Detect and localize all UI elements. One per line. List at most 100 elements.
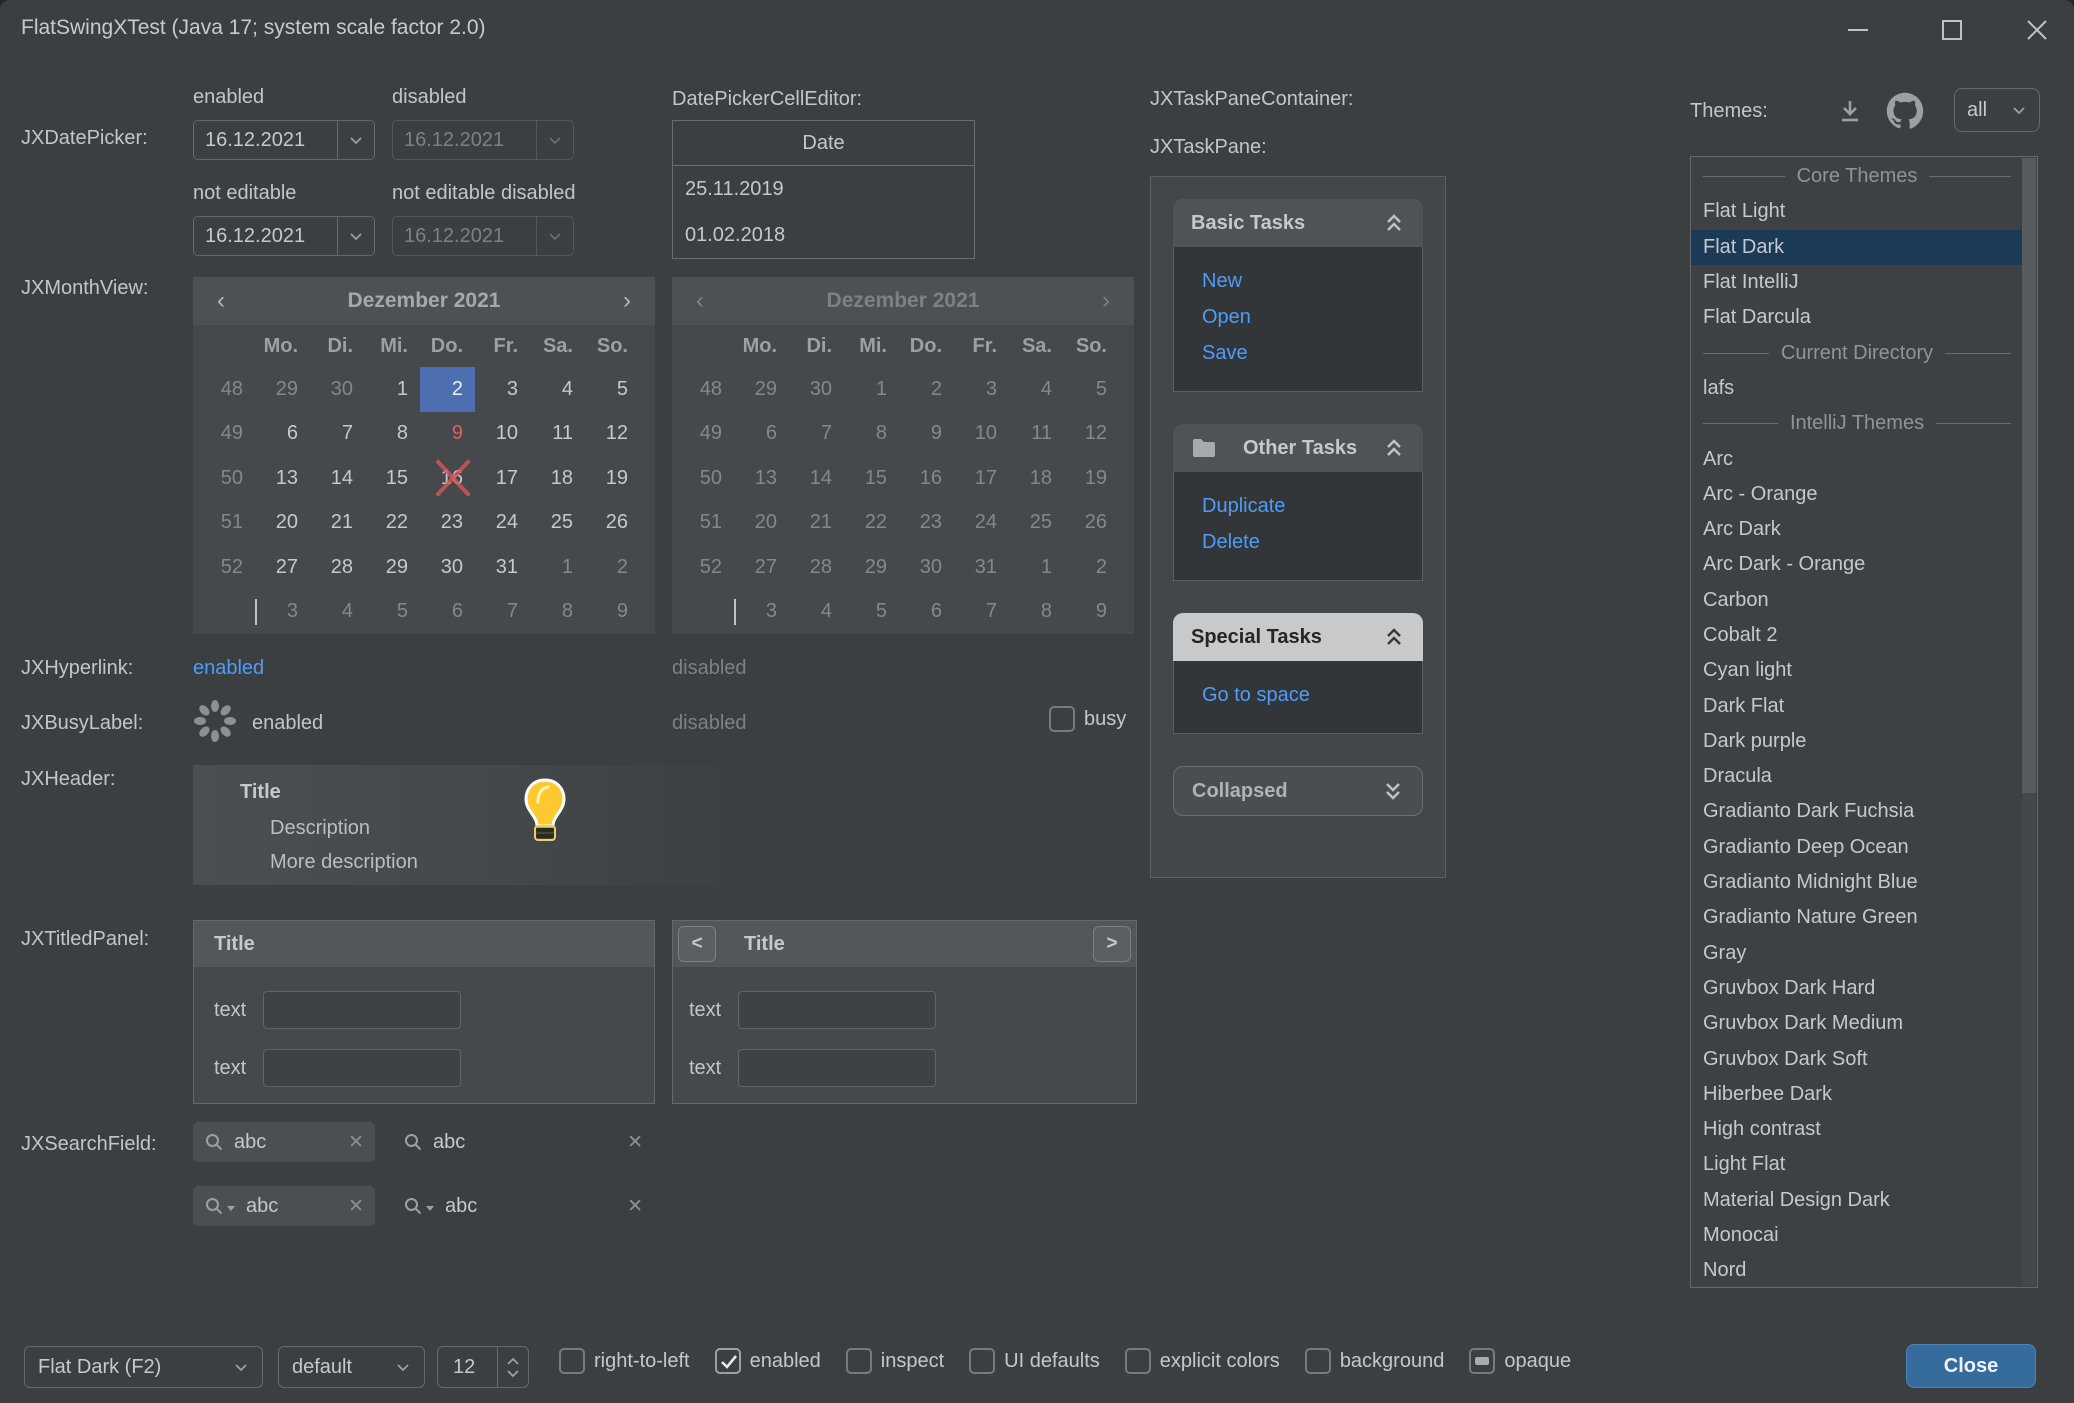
day-cell[interactable]: 29 [255, 367, 310, 412]
theme-list-row[interactable]: Dark purple [1691, 724, 2023, 759]
search-menu-caret-icon[interactable] [226, 1195, 236, 1218]
checkbox[interactable] [715, 1348, 741, 1374]
day-cell[interactable]: 5 [585, 367, 640, 412]
day-cell[interactable]: 10 [475, 412, 530, 457]
search-input-value[interactable]: abc [234, 1131, 348, 1154]
option-checkbox-item[interactable]: right-to-left [559, 1348, 690, 1374]
checkbox[interactable] [1125, 1348, 1151, 1374]
theme-list-row[interactable]: Gruvbox Dark Medium [1691, 1006, 2023, 1041]
theme-list-row[interactable]: Gradianto Nature Green [1691, 900, 2023, 935]
theme-list-row[interactable]: Cobalt 2 [1691, 618, 2023, 653]
taskpane-header[interactable]: Collapsed [1173, 766, 1423, 816]
text-input[interactable] [738, 991, 936, 1029]
text-input[interactable] [263, 991, 461, 1029]
theme-list-row[interactable]: Material Design Dark [1691, 1183, 2023, 1218]
day-cell[interactable]: 9 [420, 412, 475, 457]
day-cell[interactable]: 5 [365, 590, 420, 635]
search-menu-caret-icon[interactable] [425, 1195, 435, 1218]
text-input[interactable] [263, 1049, 461, 1087]
table-row[interactable]: 01.02.2018 [673, 212, 974, 258]
laf-combobox[interactable]: Flat Dark (F2) [24, 1346, 263, 1388]
datepicker-value[interactable]: 16.12.2021 [194, 129, 337, 152]
day-cell[interactable]: 4 [310, 590, 365, 635]
day-cell[interactable]: 26 [585, 501, 640, 546]
search-input-value[interactable]: abc [445, 1195, 627, 1218]
theme-list-row[interactable]: Arc [1691, 441, 2023, 476]
download-themes-button[interactable] [1832, 94, 1868, 128]
option-checkbox-item[interactable]: inspect [846, 1348, 944, 1374]
prev-month-icon[interactable]: ‹ [199, 287, 243, 315]
checkbox[interactable] [969, 1348, 995, 1374]
day-cell[interactable]: 13 [255, 456, 310, 501]
taskpane-link[interactable]: Save [1202, 335, 1394, 371]
theme-list-row[interactable]: Dark Flat [1691, 688, 2023, 723]
day-cell[interactable]: 3 [255, 590, 310, 635]
theme-list-row[interactable]: Current Directory [1691, 335, 2023, 370]
theme-list-row[interactable]: Arc - Orange [1691, 477, 2023, 512]
day-cell[interactable]: 27 [255, 545, 310, 590]
day-cell[interactable]: 1 [365, 367, 420, 412]
theme-list-row[interactable]: Flat Dark [1691, 230, 2023, 265]
datepicker-field[interactable]: 16.12.2021 [193, 216, 375, 256]
collapse-chevron-icon[interactable] [1383, 437, 1405, 459]
day-cell[interactable]: 12 [585, 412, 640, 457]
theme-list-row[interactable]: Gray [1691, 936, 2023, 971]
spinner-up-icon[interactable] [506, 1357, 520, 1366]
datepicker-dropdown-button[interactable] [337, 121, 374, 159]
theme-list-row[interactable]: Flat IntelliJ [1691, 265, 2023, 300]
theme-list-row[interactable]: lafs [1691, 371, 2023, 406]
theme-list-row[interactable]: Nord [1691, 1253, 2023, 1288]
search-field[interactable]: abc ✕ [392, 1122, 654, 1162]
datepicker-value[interactable]: 16.12.2021 [393, 129, 536, 152]
day-cell[interactable]: 21 [310, 501, 365, 546]
datepicker-dropdown-button[interactable] [536, 217, 573, 255]
day-cell[interactable]: 16 [420, 456, 475, 501]
search-input-value[interactable]: abc [246, 1195, 348, 1218]
day-cell[interactable]: 14 [310, 456, 365, 501]
day-cell[interactable]: 2 [420, 367, 475, 412]
theme-list-row[interactable]: Gruvbox Dark Hard [1691, 971, 2023, 1006]
font-size-value[interactable]: 12 [438, 1347, 497, 1387]
checkbox[interactable] [1469, 1348, 1495, 1374]
search-field[interactable]: abc ✕ [193, 1122, 375, 1162]
taskpane-header[interactable]: Special Tasks [1173, 613, 1423, 661]
panel-next-button[interactable]: > [1093, 926, 1131, 962]
busy-checkbox[interactable] [1049, 706, 1075, 732]
search-input-value[interactable]: abc [433, 1131, 627, 1154]
day-cell[interactable]: 23 [420, 501, 475, 546]
day-cell[interactable]: 4 [530, 367, 585, 412]
clear-search-icon[interactable]: ✕ [348, 1131, 364, 1154]
clear-search-icon[interactable]: ✕ [627, 1195, 643, 1218]
day-cell[interactable]: 1 [530, 545, 585, 590]
table-row[interactable]: 25.11.2019 [673, 166, 974, 212]
theme-list-row[interactable]: High contrast [1691, 1112, 2023, 1147]
minimize-button[interactable] [1811, 0, 1905, 60]
day-cell[interactable]: 25 [530, 501, 585, 546]
search-field[interactable]: abc ✕ [193, 1186, 375, 1226]
checkbox[interactable] [559, 1348, 585, 1374]
busy-checkbox-item[interactable]: busy [1049, 706, 1126, 732]
themes-filter-combobox[interactable]: all [1954, 88, 2040, 132]
clear-search-icon[interactable]: ✕ [627, 1131, 643, 1154]
option-checkbox-item[interactable]: opaque [1469, 1348, 1571, 1374]
github-button[interactable] [1884, 90, 1926, 132]
day-cell[interactable]: 30 [420, 545, 475, 590]
text-input[interactable] [738, 1049, 936, 1087]
taskpane-link[interactable]: Go to space [1202, 677, 1394, 713]
day-cell[interactable]: 7 [475, 590, 530, 635]
font-size-spinner[interactable]: 12 [437, 1346, 529, 1388]
maximize-button[interactable] [1905, 0, 1999, 60]
option-checkbox-item[interactable]: enabled [715, 1348, 821, 1374]
day-cell[interactable]: 7 [310, 412, 365, 457]
taskpane-header[interactable]: Other Tasks [1173, 424, 1423, 472]
day-cell[interactable]: 29 [365, 545, 420, 590]
day-cell[interactable]: 24 [475, 501, 530, 546]
theme-list-row[interactable]: Flat Light [1691, 194, 2023, 229]
theme-list-row[interactable]: Arc Dark - Orange [1691, 547, 2023, 582]
clear-search-icon[interactable]: ✕ [348, 1195, 364, 1218]
datepicker-value[interactable]: 16.12.2021 [393, 225, 536, 248]
datepicker-dropdown-button[interactable] [337, 217, 374, 255]
datepicker-field[interactable]: 16.12.2021 [193, 120, 375, 160]
theme-list-row[interactable]: Carbon [1691, 583, 2023, 618]
day-cell[interactable]: 2 [585, 545, 640, 590]
